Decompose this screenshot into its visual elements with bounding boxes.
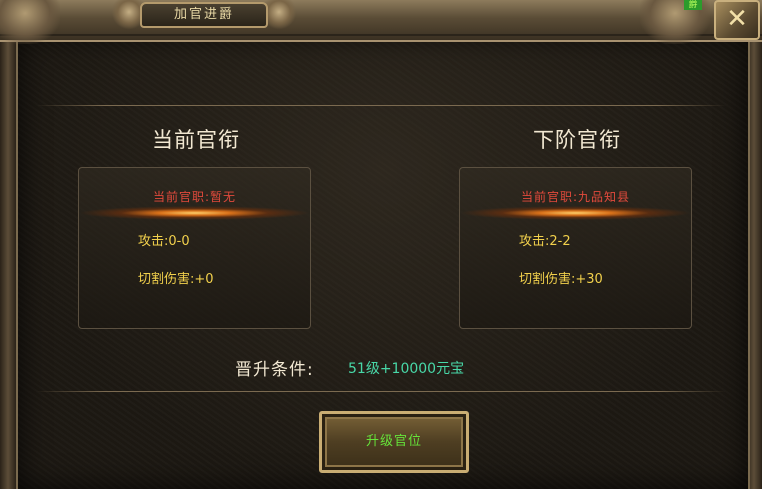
- close-button[interactable]: ✕: [714, 0, 760, 40]
- cut-damage-value: +0: [194, 272, 214, 287]
- attack-value: 0-0: [168, 234, 190, 249]
- next-rank-label: 当前官职:: [520, 190, 579, 204]
- tab-title[interactable]: 加官进爵: [140, 2, 268, 28]
- next-cut-damage-stat: 切割伤害:+30: [519, 268, 603, 287]
- next-rank-value: 九品知县: [578, 190, 631, 204]
- close-icon: ✕: [726, 4, 748, 34]
- promotion-condition-value: 51级+10000元宝: [348, 361, 465, 377]
- next-rank-panel: 当前官职:九品知县 攻击:2-2 切割伤害:+30: [459, 167, 692, 329]
- cut-damage-label: 切割伤害:: [519, 272, 576, 287]
- current-rank-heading: 当前官衔: [152, 128, 240, 152]
- next-rank-heading: 下阶官衔: [533, 128, 621, 152]
- upgrade-rank-button[interactable]: 升级官位: [319, 411, 469, 473]
- current-cut-damage-stat: 切割伤害:+0: [138, 268, 214, 287]
- cut-damage-value: +30: [575, 272, 603, 287]
- promotion-condition-label: 晋升条件:: [235, 360, 314, 380]
- divider-top: [36, 105, 726, 106]
- next-attack-stat: 攻击:2-2: [519, 230, 571, 249]
- divider-bottom: [36, 391, 726, 392]
- rank-glow-divider: [79, 206, 310, 220]
- cut-damage-label: 切割伤害:: [138, 272, 195, 287]
- next-rank-line: 当前官职:九品知县: [460, 188, 691, 205]
- rank-glow-divider: [460, 206, 691, 220]
- ornament-left-icon: [0, 0, 60, 44]
- corner-glyph: 爵: [684, 0, 702, 10]
- current-rank-label: 当前官职:: [152, 190, 211, 204]
- current-rank-panel: 当前官职:暂无 攻击:0-0 切割伤害:+0: [78, 167, 311, 329]
- attack-label: 攻击:: [519, 234, 550, 249]
- current-rank-value: 暂无: [210, 190, 237, 204]
- attack-value: 2-2: [549, 234, 571, 249]
- frame-left-border: [0, 40, 16, 489]
- current-rank-line: 当前官职:暂无: [79, 188, 310, 205]
- current-attack-stat: 攻击:0-0: [138, 230, 190, 249]
- attack-label: 攻击:: [138, 234, 169, 249]
